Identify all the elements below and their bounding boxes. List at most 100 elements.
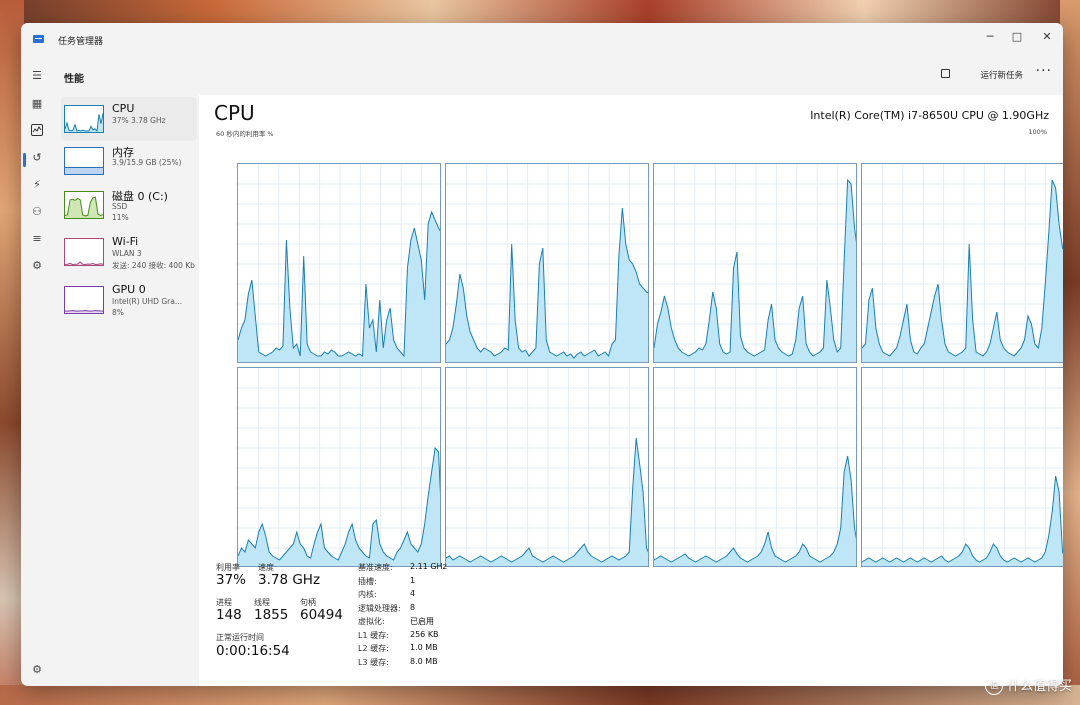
sidebar-item-detail: 37% 3.78 GHz: [112, 116, 166, 125]
title-bar[interactable]: 任务管理器 ─ □ ✕: [21, 23, 1063, 57]
close-button[interactable]: ✕: [1032, 27, 1062, 47]
detail-value: 8.0 MB: [410, 656, 438, 666]
startup-apps-icon[interactable]: ⚡: [30, 178, 44, 192]
run-task-icon[interactable]: [941, 69, 950, 78]
detail-value: 1: [410, 575, 416, 585]
panel-title: CPU: [214, 101, 255, 125]
settings-icon[interactable]: ⚙: [30, 663, 44, 677]
cpu-core-graph-1: [445, 163, 649, 363]
users-icon[interactable]: ⚇: [30, 205, 44, 219]
core-graph-svg-3: [862, 164, 1063, 362]
watermark-text: 什么值得买: [1006, 678, 1072, 694]
cpu-core-graph-0: [237, 163, 441, 363]
sidebar-item-wifi[interactable]: Wi-Fi WLAN 3 发送: 240 接收: 400 Kb: [61, 230, 197, 274]
core-graph-svg-5: [446, 368, 648, 566]
processes-icon[interactable]: ▦: [30, 97, 44, 111]
thumb0-svg: [64, 113, 104, 133]
command-bar: 性能 运行新任务 ···: [59, 58, 1063, 94]
sidebar-item-detail: Intel(R) UHD Gra...: [112, 297, 182, 306]
cpu-core-graph-7: [861, 367, 1063, 567]
utilization-value: 37%: [216, 572, 247, 588]
thumb1-svg: [65, 167, 103, 174]
core-usage-line-7: [862, 475, 1063, 563]
detail-value: 256 KB: [410, 629, 439, 639]
core-usage-area-7: [862, 476, 1063, 566]
uptime-label: 正常运行时间: [216, 633, 264, 642]
services-icon[interactable]: ⚙: [30, 259, 44, 273]
processes-value: 148: [216, 607, 242, 623]
selected-indicator: [23, 153, 26, 167]
watermark: 值什么值得买: [984, 675, 1072, 695]
handles-value: 60494: [300, 607, 343, 623]
core-usage-area-3: [862, 180, 1063, 362]
core-graph-svg-1: [446, 164, 648, 362]
minimize-button[interactable]: ─: [975, 27, 1005, 47]
gpu-thumbnail-graph: [64, 286, 104, 314]
cpu-core-graph-6: [653, 367, 857, 567]
sidebar-item-label: CPU: [112, 102, 135, 115]
performance-icon[interactable]: [30, 124, 44, 138]
maximize-button[interactable]: □: [1002, 27, 1032, 47]
thumb0-line: [64, 113, 104, 133]
sidebar-item-detail: 3.9/15.9 GB (25%): [112, 158, 182, 167]
sidebar-item-label: Wi-Fi: [112, 235, 139, 248]
sidebar-item-detail-2: 发送: 240 接收: 400 Kb: [112, 261, 195, 270]
performance-sidebar: CPU 37% 3.78 GHz 内存 3.9/15.9 GB (25%) 磁盘…: [59, 95, 199, 686]
thumb4-svg: [64, 310, 104, 313]
detail-value: 已启用: [410, 617, 434, 626]
detail-key: L1 缓存:: [358, 630, 389, 640]
task-manager-window: 任务管理器 ─ □ ✕ ☰ ▦ ↺ ⚡ ⚇ ≡ ⚙ ⚙ 性能 运行新任务 ···…: [21, 23, 1063, 686]
disk-thumbnail-graph: [64, 191, 104, 219]
cpu-performance-panel: CPU Intel(R) Core(TM) i7-8650U CPU @ 1.9…: [199, 95, 1063, 686]
detail-value: 4: [410, 589, 416, 598]
watermark-logo-icon: 值: [984, 677, 1003, 695]
core-graph-svg-6: [654, 368, 856, 566]
detail-key: L2 缓存:: [358, 644, 389, 653]
window-title: 任务管理器: [58, 37, 104, 47]
thumb1-area: [65, 167, 103, 174]
sidebar-item-detail: WLAN 3: [112, 249, 142, 258]
details-icon[interactable]: ≡: [30, 232, 44, 246]
run-new-task-button[interactable]: 运行新任务: [980, 69, 1023, 81]
task-manager-icon: [33, 35, 44, 43]
threads-value: 1855: [254, 607, 289, 623]
core-graph-svg-4: [238, 368, 440, 566]
detail-value: 1.0 MB: [410, 643, 438, 652]
memory-thumbnail-graph: [64, 147, 104, 175]
core-graph-svg-7: [862, 368, 1063, 566]
menu-icon[interactable]: ☰: [30, 69, 44, 83]
thumb2-svg: [64, 196, 104, 218]
detail-key: 逻辑处理器:: [358, 603, 401, 613]
sidebar-item-cpu[interactable]: CPU 37% 3.78 GHz: [61, 97, 197, 141]
cpu-core-graph-5: [445, 367, 649, 567]
detail-value: 2.11 GHz: [410, 562, 447, 571]
sidebar-item-disk[interactable]: 磁盘 0 (C:) SSD 11%: [61, 183, 197, 227]
cpu-core-graph-4: [237, 367, 441, 567]
sidebar-item-detail-2: 8%: [112, 308, 124, 317]
thumb3-svg: [64, 261, 104, 265]
graph-axis-max: 100%: [1028, 128, 1047, 136]
cpu-core-graph-2: [653, 163, 857, 363]
core-graph-svg-0: [238, 164, 440, 362]
graph-axis-caption: 60 秒内的利用率 %: [216, 130, 274, 138]
detail-key: 内核:: [358, 590, 377, 599]
detail-key: 虚拟化:: [358, 617, 385, 626]
app-history-icon[interactable]: ↺: [30, 151, 44, 165]
core-usage-line-3: [862, 179, 1063, 357]
cpu-core-graph-3: [861, 163, 1063, 363]
detail-key: L3 缓存:: [358, 657, 389, 667]
detail-value: 8: [410, 602, 416, 612]
cpu-model-name: Intel(R) Core(TM) i7-8650U CPU @ 1.90GHz: [810, 109, 1049, 122]
sidebar-item-memory[interactable]: 内存 3.9/15.9 GB (25%): [61, 139, 197, 183]
detail-key: 插槽:: [358, 576, 377, 586]
sidebar-item-detail-2: 11%: [112, 213, 129, 222]
uptime-value: 0:00:16:54: [216, 643, 290, 659]
more-options-button[interactable]: ···: [1036, 63, 1052, 79]
sidebar-item-gpu[interactable]: GPU 0 Intel(R) UHD Gra... 8%: [61, 278, 197, 322]
wifi-thumbnail-graph: [64, 238, 104, 266]
thumb3-line: [64, 261, 104, 265]
desktop-wallpaper-bottom: [0, 685, 1080, 705]
core-graph-svg-2: [654, 164, 856, 362]
desktop-wallpaper-right: [1060, 0, 1080, 705]
thumb4-line: [64, 310, 104, 312]
